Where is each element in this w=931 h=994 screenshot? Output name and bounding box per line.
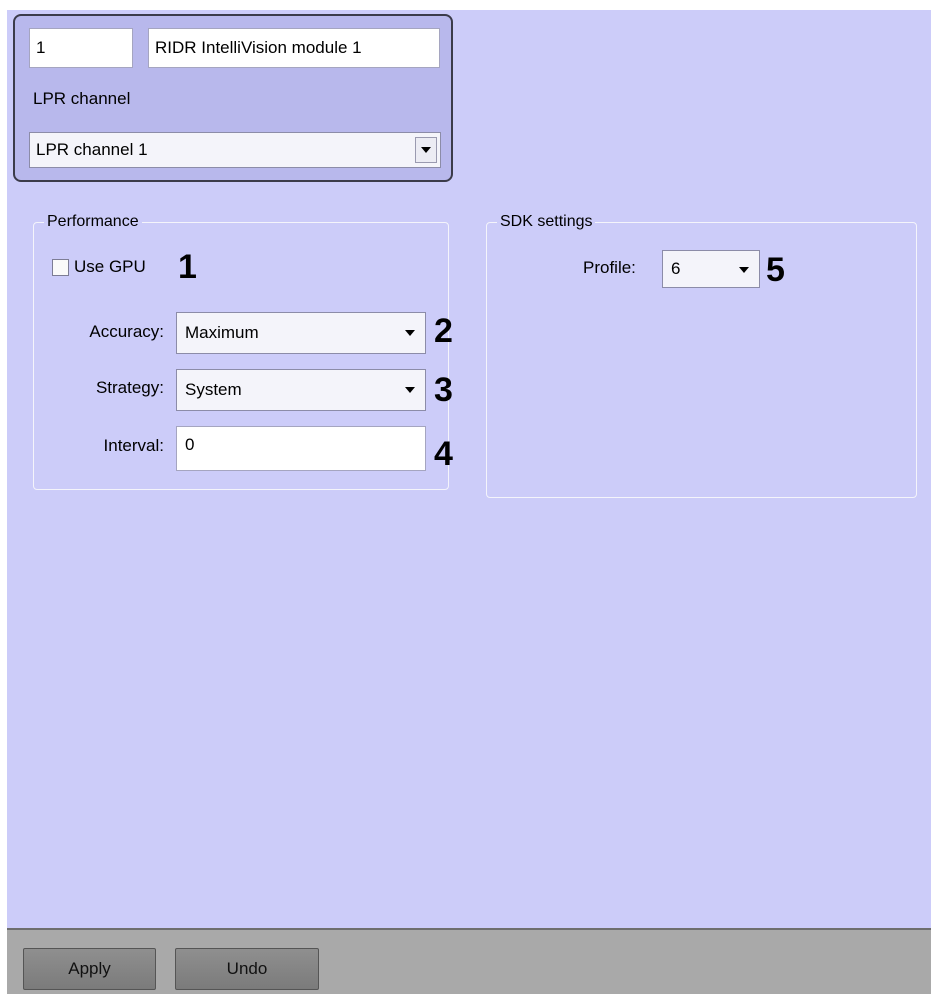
lpr-channel-label: LPR channel [33,89,131,108]
interval-label: Interval: [103,436,164,455]
object-id-field[interactable]: 1 [29,28,133,68]
object-header: 1 RIDR IntelliVision module 1 LPR channe… [13,14,453,182]
accuracy-select[interactable]: Maximum [176,312,426,354]
callout-5: 5 [766,251,785,289]
strategy-select[interactable]: System [176,369,426,411]
strategy-label: Strategy: [95,378,164,397]
chevron-down-icon [739,267,749,273]
undo-button[interactable]: Undo [175,948,319,990]
performance-group-title: Performance [44,212,142,232]
lpr-channel-value: LPR channel 1 [36,140,148,159]
chevron-down-icon [405,330,415,336]
strategy-value: System [185,380,242,399]
use-gpu-label[interactable]: Use GPU [74,257,146,277]
chevron-down-icon [405,387,415,393]
lpr-channel-select[interactable]: LPR channel 1 [29,132,441,168]
accuracy-value: Maximum [185,323,259,342]
lpr-channel-dropdown-button[interactable] [415,137,437,163]
object-name-field[interactable]: RIDR IntelliVision module 1 [148,28,440,68]
interval-input[interactable]: 0 [176,426,426,471]
profile-label: Profile: [583,258,636,277]
callout-3: 3 [434,371,453,409]
callout-1: 1 [178,248,197,286]
chevron-down-icon [421,147,431,153]
use-gpu-checkbox[interactable] [52,259,69,276]
profile-value: 6 [671,259,681,278]
callout-2: 2 [434,312,453,350]
accuracy-label: Accuracy: [89,322,164,341]
profile-select[interactable]: 6 [662,250,760,288]
sdk-settings-group-title: SDK settings [497,212,596,232]
apply-button[interactable]: Apply [23,948,156,990]
footer-bar: Apply Undo [7,928,931,994]
callout-4: 4 [434,435,453,473]
